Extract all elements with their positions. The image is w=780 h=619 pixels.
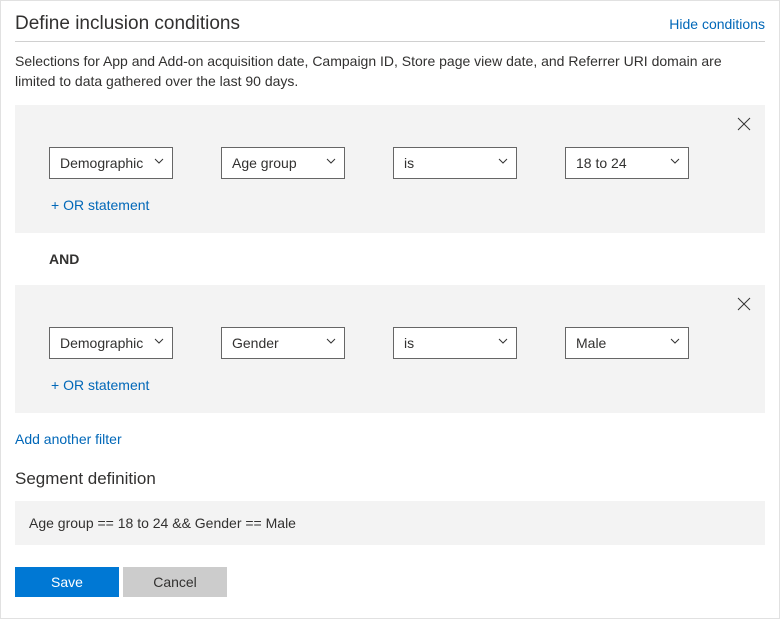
or-statement-link[interactable]: + OR statement — [49, 197, 731, 213]
close-icon[interactable] — [737, 297, 751, 311]
chevron-down-icon — [326, 158, 336, 168]
select-value: is — [404, 335, 414, 351]
filter-block-1: Demographic Age group is 18 to 24 + OR s… — [15, 105, 765, 233]
add-another-filter-link[interactable]: Add another filter — [15, 431, 122, 447]
close-icon[interactable] — [737, 117, 751, 131]
select-value: is — [404, 155, 414, 171]
button-row: Save Cancel — [15, 567, 765, 597]
operator-select[interactable]: is — [393, 147, 517, 179]
category-select[interactable]: Demographic — [49, 147, 173, 179]
select-value: Male — [576, 335, 606, 351]
chevron-down-icon — [154, 338, 164, 348]
or-statement-link[interactable]: + OR statement — [49, 377, 731, 393]
category-select[interactable]: Demographic — [49, 327, 173, 359]
chevron-down-icon — [498, 158, 508, 168]
attribute-select[interactable]: Gender — [221, 327, 345, 359]
page-title: Define inclusion conditions — [15, 13, 240, 35]
filter-block-2: Demographic Gender is Male + OR statemen… — [15, 285, 765, 413]
chevron-down-icon — [326, 338, 336, 348]
description-text: Selections for App and Add-on acquisitio… — [15, 52, 765, 91]
chevron-down-icon — [670, 158, 680, 168]
page-container: Define inclusion conditions Hide conditi… — [0, 0, 780, 619]
cancel-button[interactable]: Cancel — [123, 567, 227, 597]
selects-row: Demographic Gender is Male — [49, 327, 731, 359]
header-row: Define inclusion conditions Hide conditi… — [15, 13, 765, 42]
select-value: 18 to 24 — [576, 155, 627, 171]
segment-definition-box: Age group == 18 to 24 && Gender == Male — [15, 501, 765, 545]
value-select[interactable]: 18 to 24 — [565, 147, 689, 179]
chevron-down-icon — [670, 338, 680, 348]
attribute-select[interactable]: Age group — [221, 147, 345, 179]
and-separator: AND — [15, 233, 765, 285]
operator-select[interactable]: is — [393, 327, 517, 359]
chevron-down-icon — [154, 158, 164, 168]
chevron-down-icon — [498, 338, 508, 348]
hide-conditions-link[interactable]: Hide conditions — [669, 16, 765, 32]
select-value: Demographic — [60, 155, 143, 171]
select-value: Gender — [232, 335, 279, 351]
selects-row: Demographic Age group is 18 to 24 — [49, 147, 731, 179]
save-button[interactable]: Save — [15, 567, 119, 597]
segment-definition-title: Segment definition — [15, 469, 765, 489]
select-value: Demographic — [60, 335, 143, 351]
value-select[interactable]: Male — [565, 327, 689, 359]
select-value: Age group — [232, 155, 297, 171]
